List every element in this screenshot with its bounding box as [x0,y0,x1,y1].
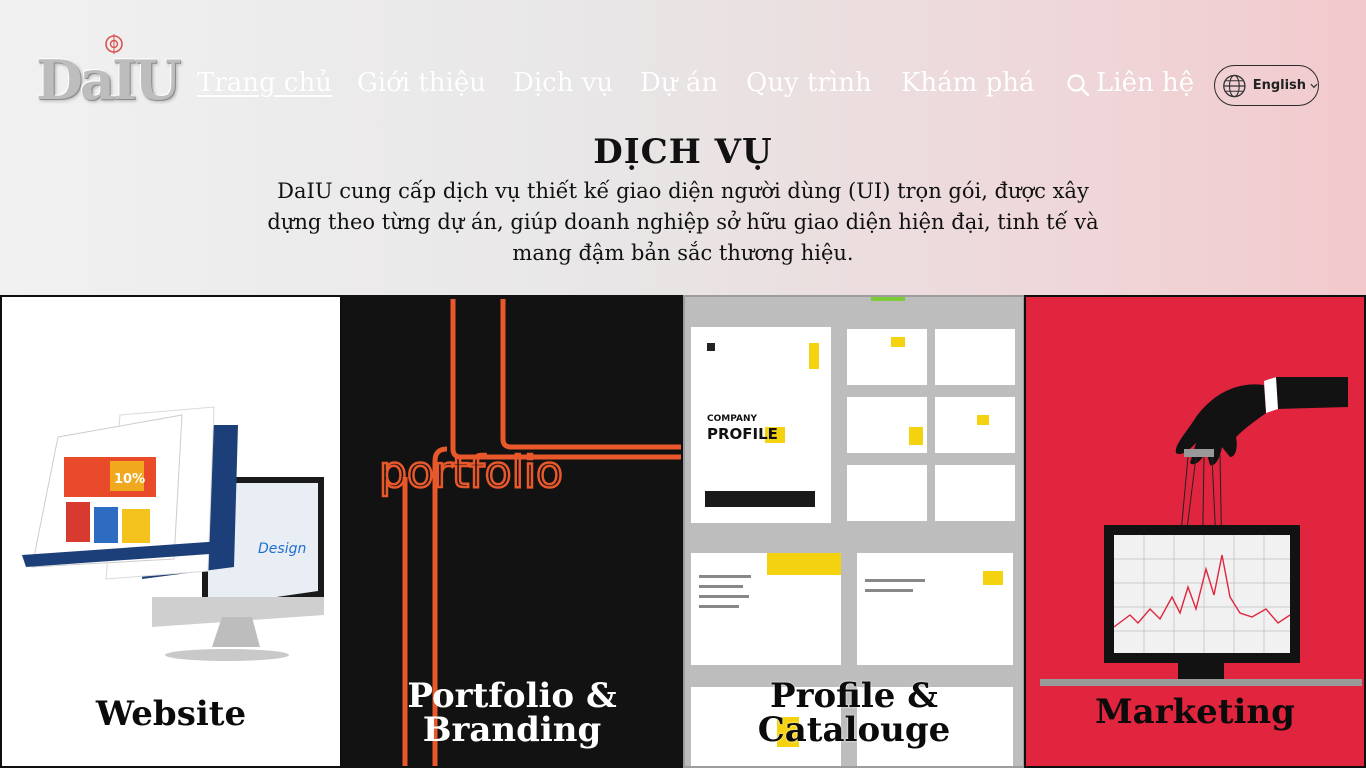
service-title-line2: Catalouge [757,710,951,750]
service-title: Website [95,694,247,734]
nav-item-explore[interactable]: Khám phá [901,68,1034,98]
section-title: DỊCH VỤ [593,132,773,172]
svg-text:PROFILE: PROFILE [707,425,778,443]
nav-item-process[interactable]: Quy trình [746,68,872,98]
service-cards: Design 10% Website portfolio Portfolio &… [0,295,1366,768]
section-description: DaIU cung cấp dịch vụ thiết kế giao diện… [267,179,1099,265]
svg-text:Design: Design [258,541,306,557]
language-switcher[interactable]: English [1214,65,1319,106]
service-card-website[interactable]: Design 10% Website [0,295,342,768]
logo-text: DaIU [36,48,181,112]
svg-text:portfolio: portfolio [379,447,563,498]
header: DaIU Trang chủ Giới thiệu Dịch vụ Dự án … [0,0,1366,130]
logo[interactable]: DaIU [36,34,181,112]
search-icon[interactable] [1066,73,1090,97]
nav-item-about[interactable]: Giới thiệu [357,68,486,98]
service-title: Marketing [1095,692,1295,732]
globe-icon [1223,74,1246,97]
stacked-web-pages-icon: 10% [22,406,238,580]
service-title: Portfolio & Branding [343,679,681,747]
nav-item-projects[interactable]: Dự án [640,68,718,98]
service-card-portfolio[interactable]: portfolio Portfolio & Branding [341,295,683,768]
svg-text:10%: 10% [114,472,145,487]
nav-item-home[interactable]: Trang chủ [197,68,332,98]
nav-item-contact[interactable]: Liên hệ [1096,68,1194,98]
service-card-marketing[interactable]: Marketing [1024,295,1366,768]
service-title-line2: Branding [422,710,602,750]
service-card-profile[interactable]: COMPANY PROFILE Profile & Catalouge [683,295,1025,768]
svg-text:COMPANY: COMPANY [707,414,757,424]
hand-icon [1175,377,1348,466]
language-label: English [1252,78,1307,93]
service-title: Profile & Catalouge [685,679,1023,747]
chevron-down-icon [1310,83,1318,88]
nav-item-services[interactable]: Dịch vụ [513,68,613,98]
